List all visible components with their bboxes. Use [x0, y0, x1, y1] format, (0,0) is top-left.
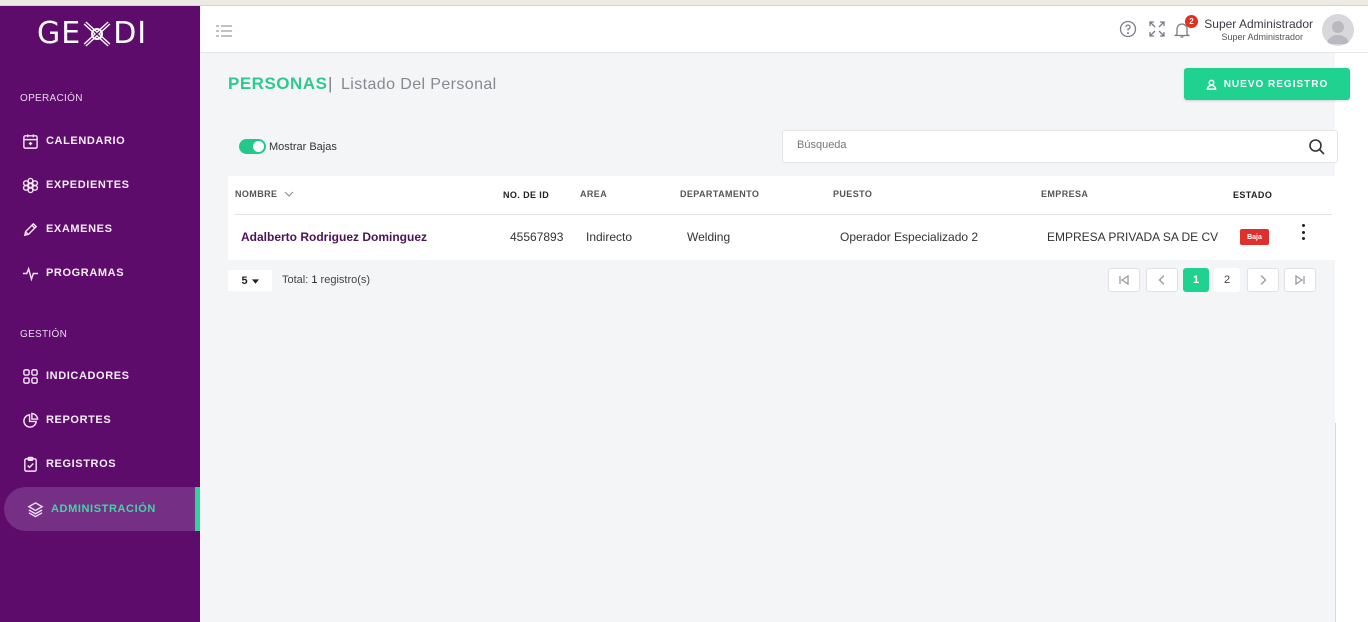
search-input[interactable] — [797, 139, 1277, 151]
active-indicator — [195, 487, 200, 531]
avatar[interactable] — [1322, 14, 1354, 46]
show-inactive-toggle[interactable] — [239, 139, 266, 154]
activity-icon — [21, 264, 39, 282]
sidebar-item-label: REGISTROS — [46, 458, 117, 470]
top-header: 2 Super Administrador Super Administrado… — [200, 6, 1368, 53]
cell-nombre[interactable]: Adalberto Rodriguez Dominguez — [241, 230, 427, 244]
sidebar-item-label: ADMINISTRACIÓN — [51, 503, 156, 515]
row-actions-icon[interactable] — [1297, 224, 1309, 240]
search-box — [782, 130, 1338, 163]
notification-badge: 2 — [1185, 15, 1198, 28]
toggle-label: Mostrar Bajas — [269, 141, 337, 153]
new-record-label: NUEVO REGISTRO — [1223, 78, 1329, 90]
sidebar-item-label: INDICADORES — [46, 370, 130, 382]
scroll-edge-line — [1335, 423, 1336, 622]
sidebar-item-registros[interactable]: REGISTROS — [0, 444, 200, 484]
first-page-button[interactable] — [1108, 268, 1140, 292]
user-icon — [1206, 79, 1217, 90]
status-badge: Baja — [1240, 229, 1269, 245]
chevron-right-icon — [1260, 275, 1267, 285]
column-header-departamento[interactable]: DEPARTAMENTO — [680, 189, 759, 199]
next-page-button[interactable] — [1247, 268, 1279, 292]
page-2-button[interactable]: 2 — [1214, 268, 1240, 292]
sidebar-item-indicadores[interactable]: INDICADORES — [0, 356, 200, 396]
sidebar-item-label: EXAMENES — [46, 223, 113, 235]
right-gutter — [1335, 53, 1368, 622]
layers-icon — [26, 500, 44, 518]
column-header-id[interactable]: NO. DE ID — [503, 190, 549, 200]
sidebar-item-label: PROGRAMAS — [46, 267, 125, 279]
column-header-empresa[interactable]: EMPRESA — [1041, 189, 1088, 199]
sidebar-item-label: CALENDARIO — [46, 135, 126, 147]
user-name[interactable]: Super Administrador — [1204, 17, 1313, 31]
sidebar-item-examenes[interactable]: EXAMENES — [0, 209, 200, 249]
column-header-puesto[interactable]: PUESTO — [833, 189, 872, 199]
section-label-operacion: OPERACIÓN — [20, 93, 83, 104]
pen-icon — [21, 220, 39, 238]
page-subtitle: Listado Del Personal — [341, 76, 497, 93]
page-title: PERSONAS — [228, 74, 328, 93]
column-header-estado[interactable]: ESTADO — [1233, 190, 1272, 200]
title-separator: | — [328, 74, 333, 93]
fullscreen-icon[interactable] — [1148, 20, 1166, 38]
page-1-button[interactable]: 1 — [1183, 268, 1209, 292]
sidebar-item-label: EXPEDIENTES — [46, 179, 130, 191]
cell-puesto: Operador Especializado 2 — [840, 230, 979, 244]
section-label-gestion: GESTIÓN — [20, 329, 68, 340]
user-role: Super Administrador — [1221, 32, 1303, 42]
last-page-button[interactable] — [1284, 268, 1316, 292]
grid-icon — [21, 367, 39, 385]
sidebar-item-expedientes[interactable]: EXPEDIENTES — [0, 165, 200, 205]
cell-id: 45567893 — [510, 230, 564, 244]
sidebar-item-reportes[interactable]: REPORTES — [0, 400, 200, 440]
menu-toggle-icon[interactable] — [216, 24, 232, 37]
last-page-icon — [1295, 274, 1305, 286]
app-logo[interactable]: GE DI — [37, 16, 147, 51]
sidebar-item-label: REPORTES — [46, 414, 112, 426]
sidebar-item-programas[interactable]: PROGRAMAS — [0, 253, 200, 293]
data-table — [228, 176, 1338, 260]
prev-page-button[interactable] — [1146, 268, 1178, 292]
search-icon[interactable] — [1308, 138, 1326, 156]
cell-departamento: Welding — [687, 230, 731, 244]
chevron-down-icon — [284, 189, 294, 199]
total-count: Total: 1 registro(s) — [282, 274, 371, 286]
sidebar-item-calendario[interactable]: CALENDARIO — [0, 121, 200, 161]
pie-chart-icon — [21, 411, 39, 429]
header-divider — [234, 214, 1332, 215]
logo-x-mark-icon — [82, 20, 112, 48]
page-size-select[interactable]: 5 — [228, 270, 272, 291]
flower-icon — [21, 176, 39, 194]
first-page-icon — [1119, 274, 1129, 286]
cell-empresa: EMPRESA PRIVADA SA DE CV — [1047, 230, 1219, 244]
cell-area: Indirecto — [586, 230, 633, 244]
sidebar: GE DI OPERACIÓN CALENDARIO EXPEDIENTES E… — [0, 6, 200, 622]
column-header-area[interactable]: AREA — [580, 189, 607, 199]
calendar-icon — [21, 132, 39, 150]
clipboard-icon — [21, 455, 39, 473]
new-record-button[interactable]: NUEVO REGISTRO — [1184, 68, 1350, 100]
help-icon[interactable] — [1119, 20, 1137, 38]
chevron-left-icon — [1158, 275, 1165, 285]
sidebar-item-administracion[interactable]: ADMINISTRACIÓN — [4, 487, 200, 531]
caret-down-icon — [251, 275, 259, 287]
column-header-nombre[interactable]: NOMBRE — [235, 189, 294, 199]
